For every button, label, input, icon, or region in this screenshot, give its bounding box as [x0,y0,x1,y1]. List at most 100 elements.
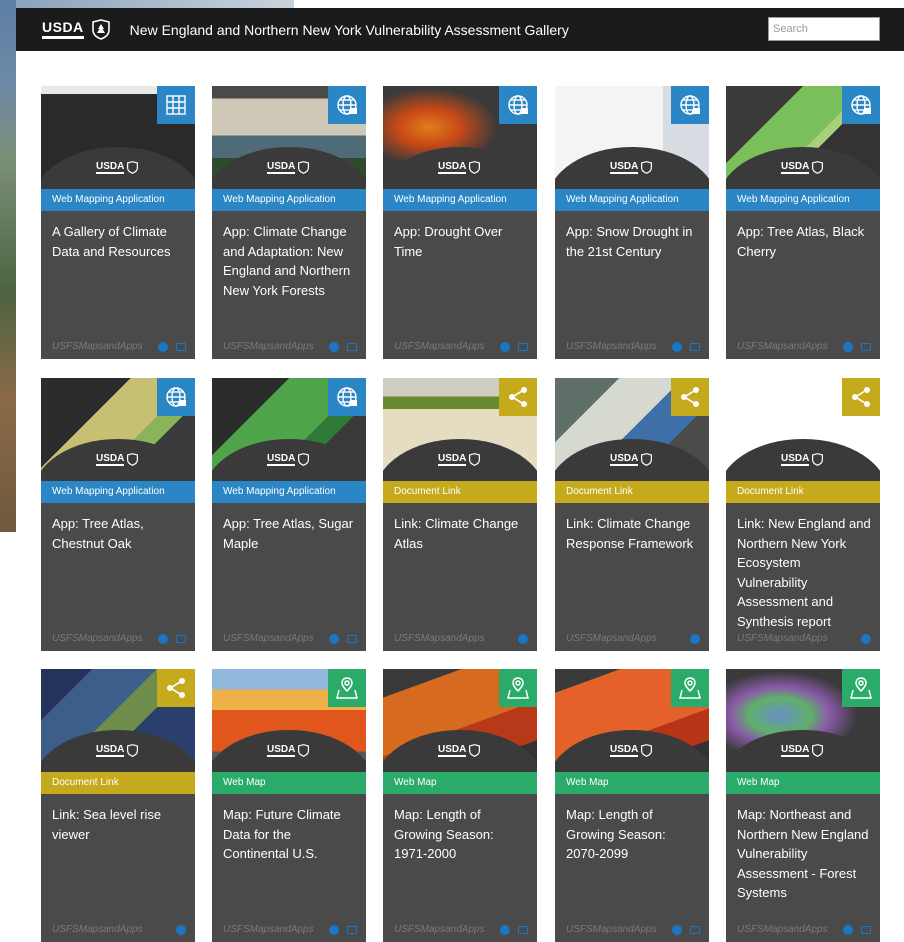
card-title[interactable]: Link: Climate Change Response Framework [566,514,702,553]
item-type-label: Web Map [383,772,537,794]
card-thumbnail[interactable]: USDA [726,378,880,481]
item-type-label: Web Mapping Application [212,481,366,503]
open-map-icon[interactable] [347,343,357,351]
card-thumbnail[interactable]: USDA [726,86,880,189]
info-icon[interactable] [861,634,871,644]
card-thumbnail[interactable]: USDA [212,378,366,481]
gallery-card[interactable]: USDA Web Map Map: Length of Growing Season… [555,669,709,942]
card-owner[interactable]: USFSMapsandApps [737,341,828,352]
open-map-icon[interactable] [518,343,528,351]
card-owner[interactable]: USFSMapsandApps [566,633,657,644]
card-title[interactable]: App: Drought Over Time [394,222,530,261]
card-title[interactable]: App: Tree Atlas, Sugar Maple [223,514,359,553]
open-map-icon[interactable] [690,926,700,934]
card-title[interactable]: App: Tree Atlas, Chestnut Oak [52,514,188,553]
open-map-icon[interactable] [861,926,871,934]
gallery-card[interactable]: USDA Web Map Map: Future Climate Data for … [212,669,366,942]
card-thumbnail[interactable]: USDA [41,378,195,481]
usda-forest-service-mark: USDA [781,161,824,174]
card-owner[interactable]: USFSMapsandApps [223,924,314,935]
card-thumbnail[interactable]: USDA [555,669,709,772]
card-thumbnail[interactable]: USDA [212,86,366,189]
gallery-card[interactable]: USDA Web Mapping Application App: Tree Atl… [41,378,195,651]
gallery-card[interactable]: USDA Web Map Map: Length of Growing Season… [383,669,537,942]
open-map-icon[interactable] [347,635,357,643]
gallery-card[interactable]: USDA Document Link Link: New England and N… [726,378,880,651]
info-icon[interactable] [672,342,682,352]
info-icon[interactable] [690,634,700,644]
gallery-card[interactable]: USDA Document Link Link: Climate Change At… [383,378,537,651]
info-icon[interactable] [158,342,168,352]
gallery-card[interactable]: USDA Web Mapping Application App: Tree Atl… [726,86,880,359]
card-owner[interactable]: USFSMapsandApps [394,924,485,935]
gallery-card[interactable]: USDA Document Link Link: Sea level rise vi… [41,669,195,942]
card-owner[interactable]: USFSMapsandApps [394,341,485,352]
info-icon[interactable] [500,925,510,935]
card-title[interactable]: Map: Northeast and Northern New England … [737,805,873,903]
item-type-label: Web Mapping Application [41,481,195,503]
card-title[interactable]: Link: Climate Change Atlas [394,514,530,553]
usda-forest-service-mark: USDA [610,161,653,174]
card-thumbnail[interactable]: USDA [726,669,880,772]
globe-icon [499,86,537,124]
card-owner[interactable]: USFSMapsandApps [223,633,314,644]
card-title[interactable]: A Gallery of Climate Data and Resources [52,222,188,261]
open-map-icon[interactable] [861,343,871,351]
usda-forest-service-mark: USDA [438,453,481,466]
card-title[interactable]: Link: Sea level rise viewer [52,805,188,844]
top-bar: USDA New England and Northern New York V… [16,8,904,51]
gallery-card[interactable]: USDA Web Mapping Application App: Drought … [383,86,537,359]
card-owner[interactable]: USFSMapsandApps [737,633,828,644]
card-title[interactable]: Link: New England and Northern New York … [737,514,873,631]
info-icon[interactable] [672,925,682,935]
open-map-icon[interactable] [176,343,186,351]
globe-icon [328,86,366,124]
gallery-card[interactable]: USDA Web Mapping Application App: Climate … [212,86,366,359]
search-input[interactable] [768,17,880,41]
card-owner[interactable]: USFSMapsandApps [737,924,828,935]
open-map-icon[interactable] [347,926,357,934]
card-thumbnail[interactable]: USDA [383,378,537,481]
gallery-card[interactable]: USDA Web Mapping Application A Gallery of … [41,86,195,359]
info-icon[interactable] [329,342,339,352]
card-title[interactable]: Map: Length of Growing Season: 2070-2099 [566,805,702,864]
gallery-card[interactable]: USDA Document Link Link: Climate Change Re… [555,378,709,651]
info-icon[interactable] [329,634,339,644]
card-owner[interactable]: USFSMapsandApps [394,633,485,644]
card-owner[interactable]: USFSMapsandApps [223,341,314,352]
card-owner[interactable]: USFSMapsandApps [52,341,143,352]
card-title[interactable]: Map: Future Climate Data for the Contine… [223,805,359,864]
info-icon[interactable] [500,342,510,352]
gallery-card[interactable]: USDA Web Mapping Application App: Snow Dro… [555,86,709,359]
card-thumbnail[interactable]: USDA [555,86,709,189]
card-thumbnail[interactable]: USDA [383,86,537,189]
card-title[interactable]: Map: Length of Growing Season: 1971-2000 [394,805,530,864]
info-icon[interactable] [518,634,528,644]
card-title[interactable]: App: Snow Drought in the 21st Century [566,222,702,261]
info-icon[interactable] [843,342,853,352]
info-icon[interactable] [843,925,853,935]
open-map-icon[interactable] [518,926,528,934]
card-thumbnail[interactable]: USDA [41,86,195,189]
gallery-card[interactable]: USDA Web Map Map: Northeast and Northern N… [726,669,880,942]
card-thumbnail[interactable]: USDA [41,669,195,772]
usda-logo: USDA [42,20,84,39]
card-thumbnail[interactable]: USDA [555,378,709,481]
card-thumbnail[interactable]: USDA [383,669,537,772]
card-owner[interactable]: USFSMapsandApps [566,341,657,352]
usda-forest-service-mark: USDA [96,744,139,757]
gallery-card[interactable]: USDA Web Mapping Application App: Tree Atl… [212,378,366,651]
open-map-icon[interactable] [690,343,700,351]
card-owner[interactable]: USFSMapsandApps [566,924,657,935]
item-type-label: Web Mapping Application [41,189,195,211]
card-owner[interactable]: USFSMapsandApps [52,924,143,935]
info-icon[interactable] [329,925,339,935]
card-thumbnail[interactable]: USDA [212,669,366,772]
info-icon[interactable] [158,634,168,644]
card-title[interactable]: App: Tree Atlas, Black Cherry [737,222,873,261]
open-map-icon[interactable] [176,635,186,643]
card-owner[interactable]: USFSMapsandApps [52,633,143,644]
item-type-label: Web Mapping Application [555,189,709,211]
card-title[interactable]: App: Climate Change and Adaptation: New … [223,222,359,300]
info-icon[interactable] [176,925,186,935]
